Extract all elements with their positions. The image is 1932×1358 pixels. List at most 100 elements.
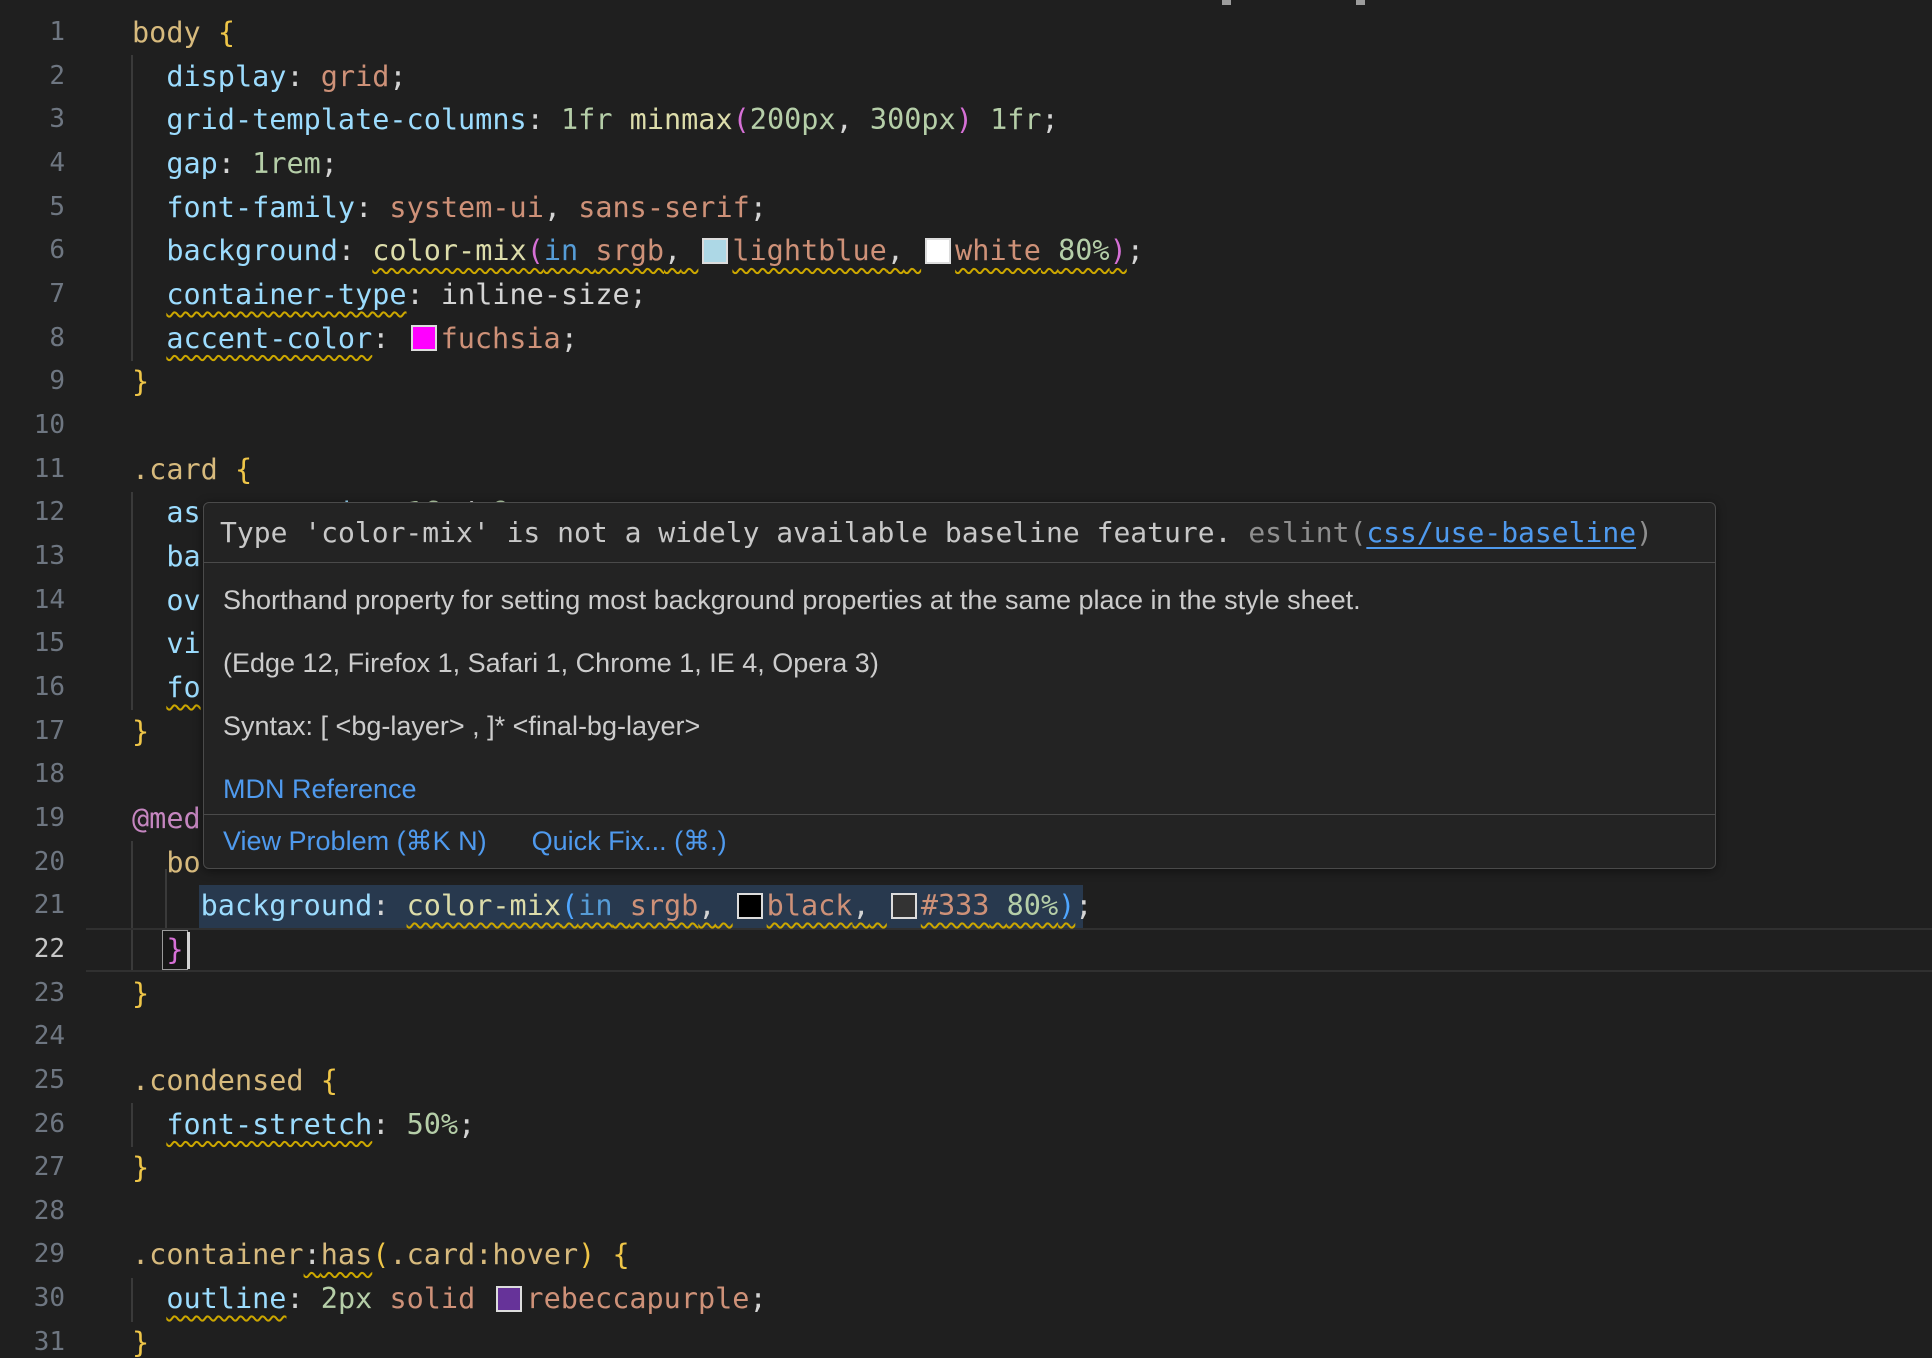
line-number[interactable]: 16 [0, 666, 65, 710]
color-swatch-token[interactable]: rebeccapurple [492, 1282, 749, 1315]
mdn-reference-link[interactable]: MDN Reference [223, 774, 417, 804]
code-token: 1fr [561, 103, 612, 136]
line-number[interactable]: 9 [0, 360, 65, 404]
code-line[interactable]: ba [132, 535, 201, 579]
line-number[interactable]: 7 [0, 273, 65, 317]
color-swatch-token[interactable]: black [733, 889, 853, 922]
line-number[interactable]: 15 [0, 622, 65, 666]
code-line[interactable]: grid-template-columns: 1fr minmax(200px,… [132, 98, 1059, 142]
warning-squiggle: outline [166, 1282, 286, 1315]
code-token [355, 234, 372, 267]
lint-rule-link[interactable]: css/use-baseline [1366, 516, 1636, 549]
code-token: ( [527, 234, 544, 267]
code-line[interactable]: .card { [132, 448, 252, 492]
line-number[interactable]: 25 [0, 1059, 65, 1103]
code-line[interactable]: font-family: system-ui, sans-serif; [132, 186, 767, 230]
code-line[interactable]: } [132, 360, 149, 404]
line-number[interactable]: 17 [0, 710, 65, 754]
code-line[interactable]: fo [132, 666, 201, 710]
line-number[interactable]: 31 [0, 1321, 65, 1358]
code-token [132, 103, 166, 136]
code-line[interactable]: ov [132, 579, 201, 623]
code-token [132, 278, 166, 311]
line-number[interactable]: 2 [0, 55, 65, 99]
code-line[interactable]: } [132, 1321, 149, 1358]
code-token: : [286, 1282, 303, 1315]
code-line[interactable]: } [132, 972, 149, 1016]
code-line[interactable]: background: color-mix(in srgb, black, #3… [132, 884, 1092, 928]
line-number[interactable]: 28 [0, 1190, 65, 1234]
line-number[interactable]: 12 [0, 491, 65, 535]
line-number[interactable]: 30 [0, 1277, 65, 1321]
code-token [578, 234, 595, 267]
quick-fix-button[interactable]: Quick Fix... (⌘.) [532, 826, 727, 857]
line-number[interactable]: 21 [0, 884, 65, 928]
code-line[interactable]: body { [132, 11, 235, 55]
line-number[interactable]: 22 [0, 928, 65, 972]
line-number[interactable]: 19 [0, 797, 65, 841]
code-token [870, 889, 887, 922]
code-token: { [321, 1064, 338, 1097]
line-number[interactable]: 4 [0, 142, 65, 186]
line-number[interactable]: 27 [0, 1146, 65, 1190]
line-number[interactable]: 11 [0, 448, 65, 492]
problem-message-row: Type 'color-mix' is not a widely availab… [204, 503, 1715, 563]
line-number[interactable]: 14 [0, 579, 65, 623]
code-token: : [407, 278, 424, 311]
line-number[interactable]: 10 [0, 404, 65, 448]
line-number[interactable]: 18 [0, 753, 65, 797]
code-line[interactable]: accent-color: fuchsia; [132, 317, 578, 361]
view-problem-button[interactable]: View Problem (⌘K N) [223, 826, 487, 857]
code-token: color-mix [372, 234, 526, 267]
code-token: , [664, 234, 681, 267]
line-number[interactable]: 26 [0, 1103, 65, 1147]
code-line[interactable]: vi [132, 622, 201, 666]
code-token [132, 933, 166, 966]
code-token: : [218, 147, 235, 180]
code-token: ) [956, 103, 973, 136]
code-token: , [544, 191, 561, 224]
code-token: ( [733, 103, 750, 136]
code-line[interactable]: outline: 2px solid rebeccapurple; [132, 1277, 767, 1321]
line-number[interactable]: 1 [0, 11, 65, 55]
line-number[interactable]: 6 [0, 229, 65, 273]
color-swatch-token[interactable]: lightblue [698, 234, 886, 267]
code-token: display [166, 60, 286, 93]
line-number[interactable]: 8 [0, 317, 65, 361]
line-number[interactable]: 3 [0, 98, 65, 142]
code-line[interactable]: .container:has(.card:hover) { [132, 1233, 630, 1277]
line-number[interactable]: 23 [0, 972, 65, 1016]
code-line[interactable]: } [132, 710, 149, 754]
color-swatch-token[interactable]: #333 [887, 889, 990, 922]
code-line[interactable]: container-type: inline-size; [132, 273, 647, 317]
code-token: } [132, 715, 149, 748]
code-token: ( [372, 1238, 389, 1271]
code-line[interactable]: display: grid; [132, 55, 407, 99]
problem-source-prefix: eslint( [1248, 516, 1366, 549]
code-line[interactable]: } [132, 928, 184, 972]
code-line[interactable]: @med [132, 797, 201, 841]
code-token [201, 16, 218, 49]
code-line[interactable]: font-stretch: 50%; [132, 1103, 475, 1147]
line-number[interactable]: 5 [0, 186, 65, 230]
color-swatch-token[interactable]: white [921, 234, 1041, 267]
line-number[interactable]: 29 [0, 1233, 65, 1277]
code-line[interactable]: } [132, 1146, 149, 1190]
code-token [716, 889, 733, 922]
code-token: : [286, 60, 303, 93]
line-number[interactable]: 20 [0, 841, 65, 885]
line-number[interactable]: 24 [0, 1015, 65, 1059]
code-token: background [166, 234, 338, 267]
code-token: body [132, 16, 201, 49]
code-line[interactable]: bo [132, 841, 201, 885]
code-token [989, 889, 1006, 922]
color-swatch-token[interactable]: fuchsia [407, 322, 561, 355]
code-line[interactable]: .condensed { [132, 1059, 338, 1103]
code-line[interactable]: background: color-mix(in srgb, lightblue… [132, 229, 1144, 273]
code-token: ; [561, 322, 578, 355]
code-token: ; [630, 278, 647, 311]
code-token: container-type [166, 278, 406, 311]
line-number[interactable]: 13 [0, 535, 65, 579]
code-token [132, 889, 201, 922]
code-line[interactable]: gap: 1rem; [132, 142, 338, 186]
